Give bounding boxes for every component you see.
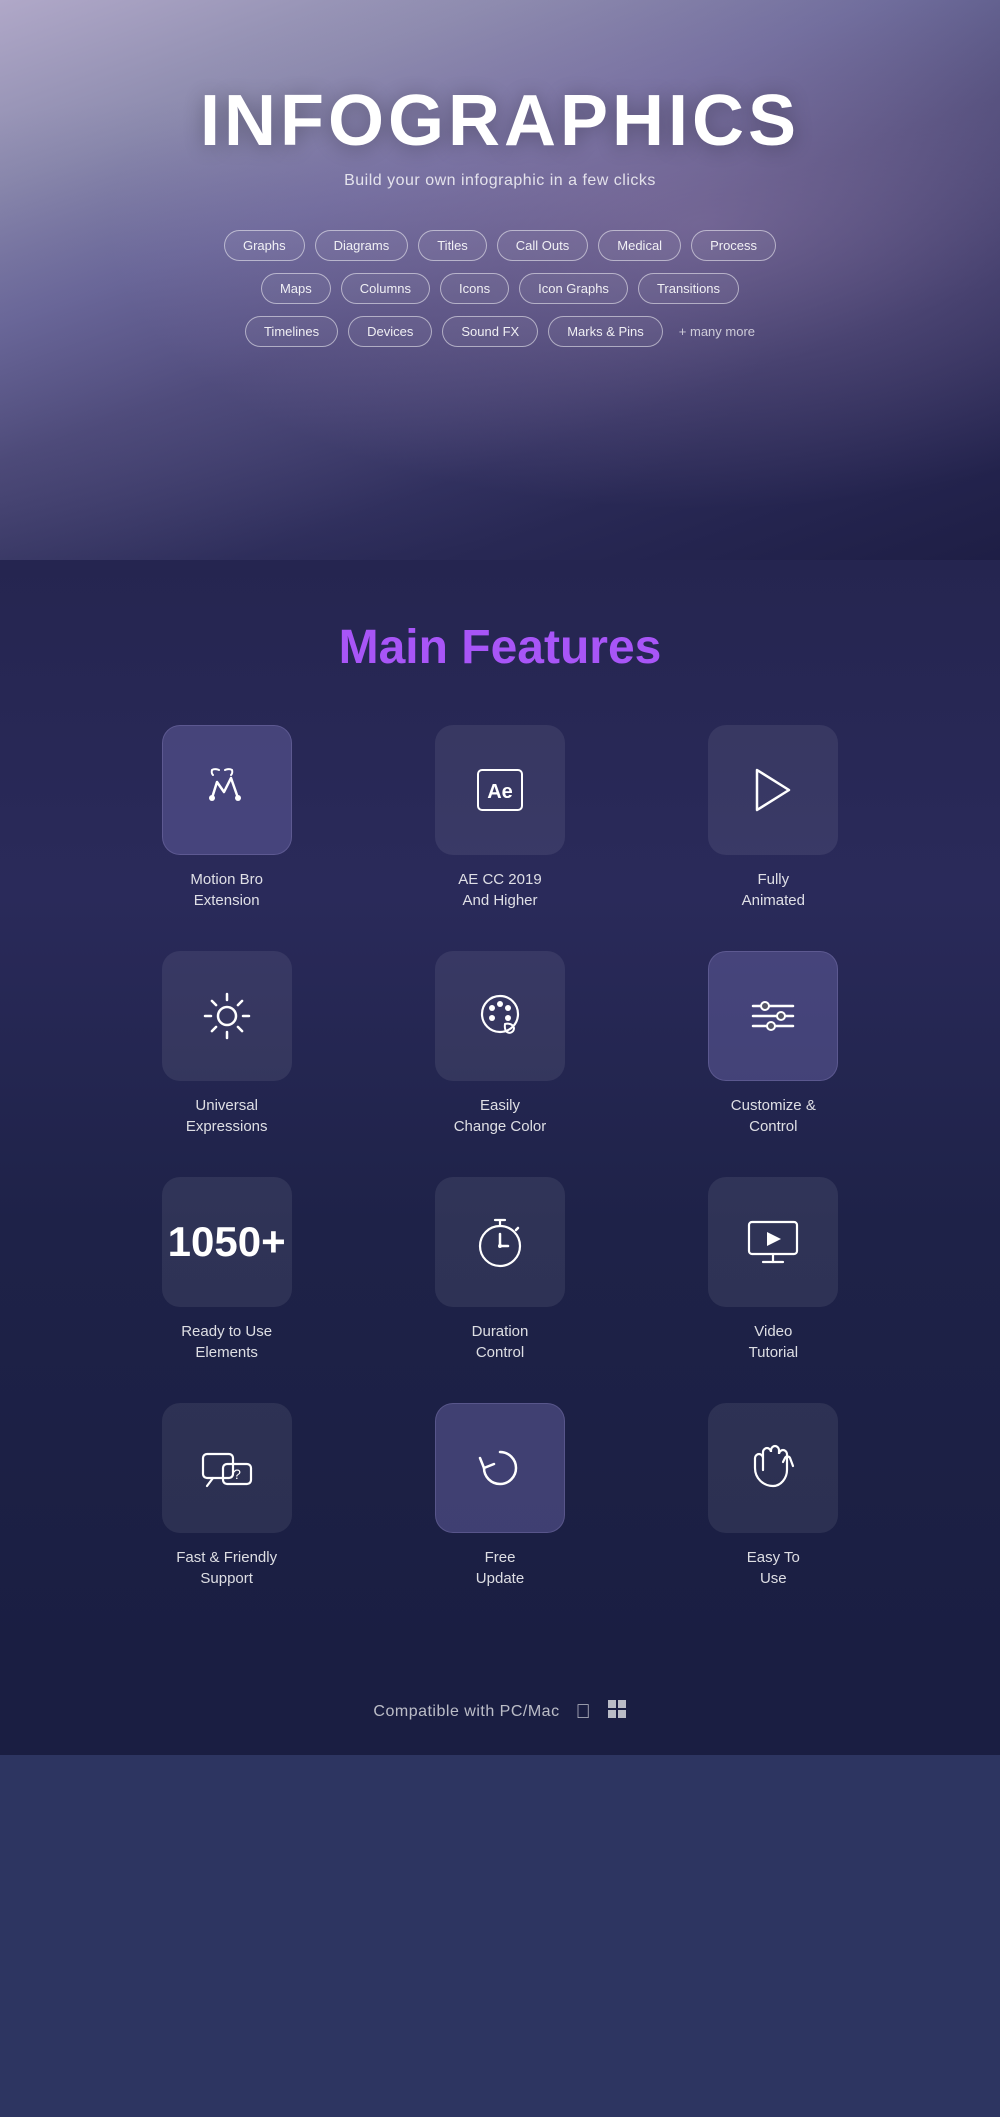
feature-ae-cc: Ae AE CC 2019And Higher	[393, 725, 606, 911]
page-title: INFOGRAPHICS	[200, 80, 800, 162]
svg-text:Ae: Ae	[487, 781, 513, 803]
tag-timelines[interactable]: Timelines	[245, 316, 338, 347]
hero-subtitle: Build your own infographic in a few clic…	[344, 172, 656, 190]
section-title-accent: Features	[461, 621, 661, 674]
customize-label: Customize &Control	[731, 1095, 816, 1137]
gear-icon	[197, 986, 257, 1046]
elements-box: 1050+	[162, 1177, 292, 1307]
elements-label: Ready to UseElements	[181, 1321, 272, 1363]
support-icon: ?	[197, 1438, 257, 1498]
update-box	[435, 1403, 565, 1533]
features-grid: Motion BroExtension Ae AE CC 2019And Hig…	[120, 725, 880, 1589]
tutorial-label: VideoTutorial	[749, 1321, 798, 1363]
motion-bro-box	[162, 725, 292, 855]
elements-number: 1050+	[168, 1221, 286, 1263]
update-label: FreeUpdate	[476, 1547, 524, 1589]
tag-callouts[interactable]: Call Outs	[497, 230, 588, 261]
feature-change-color: EasilyChange Color	[393, 951, 606, 1137]
hand-icon	[743, 1438, 803, 1498]
apple-icon: 	[576, 1701, 591, 1724]
tags-container: Graphs Diagrams Titles Call Outs Medical…	[224, 230, 776, 347]
section-title: Main Features	[339, 620, 662, 675]
features-section: Main Features Motion BroExtension Ae	[0, 560, 1000, 1669]
monitor-icon	[743, 1212, 803, 1272]
windows-icon	[607, 1699, 627, 1725]
ae-cc-label: AE CC 2019And Higher	[458, 869, 541, 911]
tutorial-box	[708, 1177, 838, 1307]
motion-bro-icon	[197, 760, 257, 820]
tag-maps[interactable]: Maps	[261, 273, 331, 304]
feature-elements: 1050+ Ready to UseElements	[120, 1177, 333, 1363]
tag-sound-fx[interactable]: Sound FX	[442, 316, 538, 347]
tag-devices[interactable]: Devices	[348, 316, 432, 347]
universal-box	[162, 951, 292, 1081]
tag-more: + many more	[679, 324, 755, 339]
palette-icon	[470, 986, 530, 1046]
support-box: ?	[162, 1403, 292, 1533]
feature-universal: UniversalExpressions	[120, 951, 333, 1137]
tags-row-2: Maps Columns Icons Icon Graphs Transitio…	[261, 273, 739, 304]
feature-customize: Customize &Control	[667, 951, 880, 1137]
easy-box	[708, 1403, 838, 1533]
update-icon	[470, 1438, 530, 1498]
fully-animated-box	[708, 725, 838, 855]
change-color-box	[435, 951, 565, 1081]
customize-box	[708, 951, 838, 1081]
hero-section: INFOGRAPHICS Build your own infographic …	[0, 0, 1000, 560]
feature-fully-animated: FullyAnimated	[667, 725, 880, 911]
duration-box	[435, 1177, 565, 1307]
change-color-label: EasilyChange Color	[454, 1095, 547, 1137]
compatible-text: Compatible with PC/Mac	[373, 1703, 559, 1721]
tag-graphs[interactable]: Graphs	[224, 230, 305, 261]
section-title-plain: Main	[339, 621, 462, 674]
stopwatch-icon	[470, 1212, 530, 1272]
sliders-icon	[743, 986, 803, 1046]
tag-columns[interactable]: Columns	[341, 273, 430, 304]
tag-marks-pins[interactable]: Marks & Pins	[548, 316, 663, 347]
easy-label: Easy ToUse	[747, 1547, 800, 1589]
motion-bro-label: Motion BroExtension	[190, 869, 263, 911]
tag-transitions[interactable]: Transitions	[638, 273, 739, 304]
compatible-section: Compatible with PC/Mac 	[0, 1669, 1000, 1755]
tag-icons[interactable]: Icons	[440, 273, 509, 304]
universal-label: UniversalExpressions	[186, 1095, 268, 1137]
fully-animated-label: FullyAnimated	[742, 869, 805, 911]
feature-motion-bro: Motion BroExtension	[120, 725, 333, 911]
tag-process[interactable]: Process	[691, 230, 776, 261]
duration-label: DurationControl	[472, 1321, 529, 1363]
feature-support: ? Fast & FriendlySupport	[120, 1403, 333, 1589]
feature-tutorial: VideoTutorial	[667, 1177, 880, 1363]
play-icon	[743, 760, 803, 820]
svg-text:?: ?	[233, 1466, 241, 1482]
tag-medical[interactable]: Medical	[598, 230, 681, 261]
support-label: Fast & FriendlySupport	[176, 1547, 277, 1589]
tag-diagrams[interactable]: Diagrams	[315, 230, 409, 261]
feature-duration: DurationControl	[393, 1177, 606, 1363]
ae-cc-box: Ae	[435, 725, 565, 855]
tag-titles[interactable]: Titles	[418, 230, 487, 261]
tags-row-1: Graphs Diagrams Titles Call Outs Medical…	[224, 230, 776, 261]
feature-update: FreeUpdate	[393, 1403, 606, 1589]
feature-easy: Easy ToUse	[667, 1403, 880, 1589]
tag-icon-graphs[interactable]: Icon Graphs	[519, 273, 628, 304]
ae-icon: Ae	[470, 760, 530, 820]
tags-row-3: Timelines Devices Sound FX Marks & Pins …	[245, 316, 755, 347]
